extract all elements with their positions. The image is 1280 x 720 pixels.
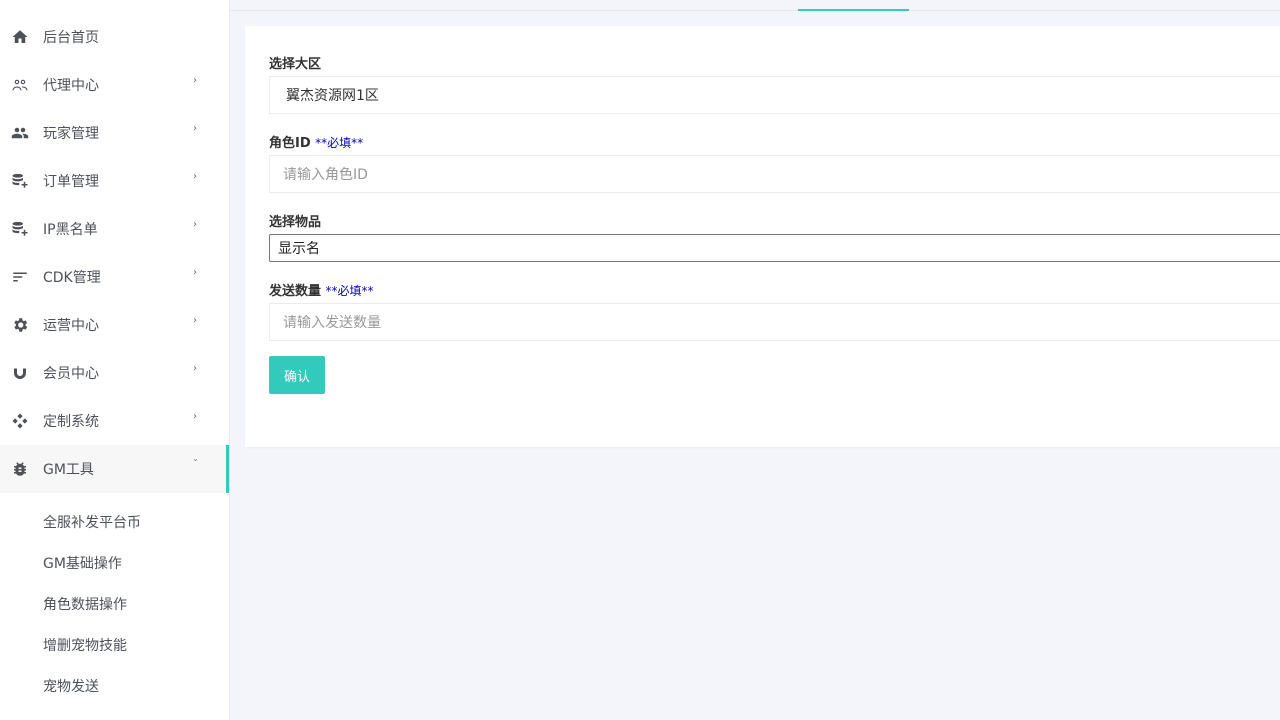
magnet-icon [11, 364, 29, 382]
sidebar-item-agents[interactable]: 代理中心 › [0, 61, 229, 109]
chevron-right-icon: › [193, 411, 197, 422]
gm-tools-submenu: 全服补发平台币 GM基础操作 角色数据操作 增删宠物技能 宠物发送 [0, 493, 229, 706]
sidebar-item-label: 定制系统 [43, 414, 99, 430]
region-select-value: 翼杰资源网1区 [286, 88, 379, 104]
players-icon [11, 124, 29, 142]
sidebar-item-label: 玩家管理 [43, 126, 99, 142]
database-add-icon [11, 220, 29, 238]
sidebar-item-gm-tools[interactable]: GM工具 ˇ [0, 445, 229, 493]
item-select[interactable]: 显示名 [269, 234, 1280, 262]
role-id-label-text: 角色ID [269, 136, 311, 151]
item-select-value: 显示名 [278, 241, 320, 257]
item-label: 选择物品 [269, 215, 322, 230]
sidebar-item-label: 会员中心 [43, 366, 99, 382]
sidebar: 后台首页 代理中心 › 玩家管理 › 订单管理 › IP黑名单 › CDK管理 … [0, 0, 230, 720]
sidebar-item-orders[interactable]: 订单管理 › [0, 157, 229, 205]
top-tab-bar [230, 0, 1280, 11]
diamonds-icon [11, 412, 29, 430]
chevron-right-icon: › [193, 315, 197, 326]
region-select[interactable]: 翼杰资源网1区 [269, 76, 1280, 114]
role-id-input[interactable]: 请输入角色ID [269, 155, 1280, 193]
chevron-right-icon: › [193, 219, 197, 230]
quantity-label-text: 发送数量 [269, 284, 322, 299]
sidebar-item-label: IP黑名单 [43, 222, 98, 238]
region-label: 选择大区 [269, 57, 322, 72]
sidebar-item-players[interactable]: 玩家管理 › [0, 109, 229, 157]
database-add-icon [11, 172, 29, 190]
required-marker: **必填** [315, 136, 364, 150]
submenu-item-pet-skills[interactable]: 增删宠物技能 [0, 624, 229, 665]
bug-icon [11, 460, 29, 478]
sidebar-item-label: GM工具 [43, 462, 94, 478]
quantity-label: 发送数量 **必填** [269, 280, 374, 299]
agents-icon [11, 76, 29, 94]
sidebar-item-label: 订单管理 [43, 174, 99, 190]
sidebar-item-home[interactable]: 后台首页 [0, 13, 229, 61]
sidebar-item-label: 代理中心 [43, 78, 99, 94]
chevron-right-icon: › [193, 75, 197, 86]
chevron-down-icon: ˇ [193, 459, 198, 470]
confirm-button[interactable]: 确认 [269, 356, 325, 394]
active-tab-indicator [798, 9, 909, 11]
sidebar-item-label: CDK管理 [43, 270, 101, 286]
gear-icon [11, 316, 29, 334]
chevron-right-icon: › [193, 123, 197, 134]
home-icon [11, 28, 29, 46]
role-id-placeholder: 请输入角色ID [283, 167, 368, 183]
chevron-right-icon: › [193, 171, 197, 182]
form-card: 选择大区 翼杰资源网1区 角色ID **必填** 请输入角色ID 选择物品 显示… [245, 26, 1280, 447]
sidebar-item-label: 运营中心 [43, 318, 99, 334]
submenu-item-gm-basic[interactable]: GM基础操作 [0, 542, 229, 583]
sidebar-item-cdk[interactable]: CDK管理 › [0, 253, 229, 301]
role-id-label: 角色ID **必填** [269, 132, 363, 151]
sidebar-item-operations[interactable]: 运营中心 › [0, 301, 229, 349]
sort-icon [11, 268, 29, 286]
quantity-placeholder: 请输入发送数量 [283, 315, 381, 331]
sidebar-item-members[interactable]: 会员中心 › [0, 349, 229, 397]
quantity-input[interactable]: 请输入发送数量 [269, 303, 1280, 341]
sidebar-item-custom-system[interactable]: 定制系统 › [0, 397, 229, 445]
submenu-item-role-data[interactable]: 角色数据操作 [0, 583, 229, 624]
sidebar-item-ip-blacklist[interactable]: IP黑名单 › [0, 205, 229, 253]
submenu-item-pet-send[interactable]: 宠物发送 [0, 665, 229, 706]
chevron-right-icon: › [193, 267, 197, 278]
required-marker: **必填** [325, 284, 374, 298]
sidebar-item-label: 后台首页 [43, 30, 99, 46]
chevron-right-icon: › [193, 363, 197, 374]
submenu-item-reissue-currency[interactable]: 全服补发平台币 [0, 501, 229, 542]
